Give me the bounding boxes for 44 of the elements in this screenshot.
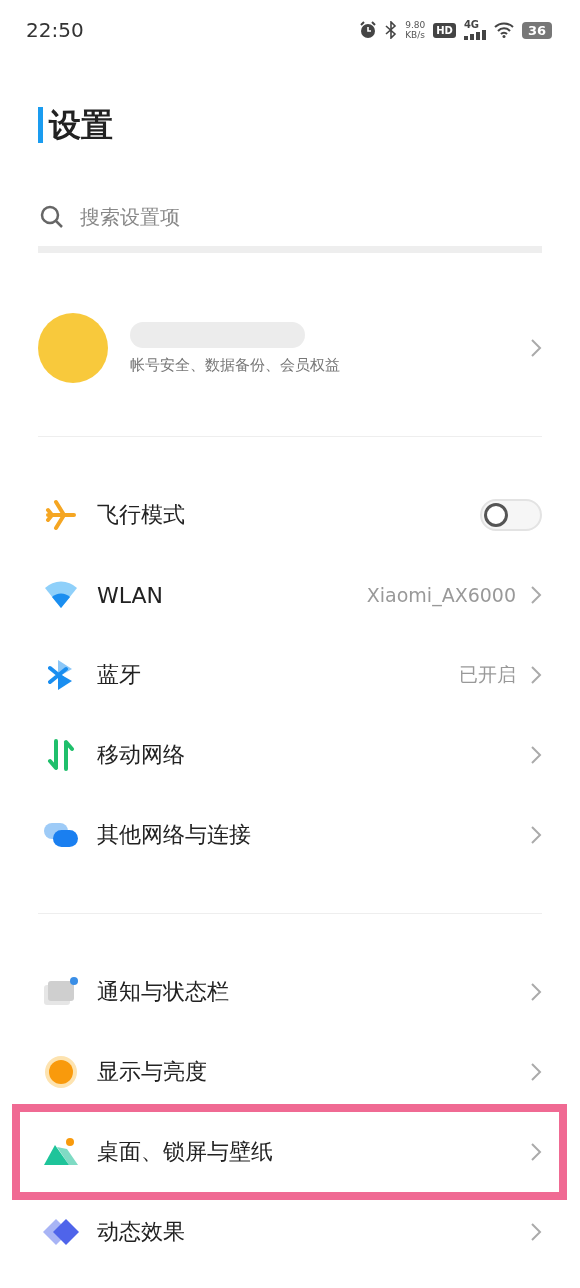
chevron-icon	[530, 338, 542, 358]
airplane-icon	[44, 498, 78, 532]
search-icon	[40, 205, 64, 229]
setting-label[interactable]: 显示与亮度	[97, 1057, 530, 1087]
setting-label[interactable]: 桌面、锁屏与壁纸	[97, 1137, 530, 1167]
bubbles-icon	[43, 821, 79, 849]
setting-label[interactable]: 通知与状态栏	[97, 977, 530, 1007]
chevron-icon	[530, 1142, 542, 1162]
account-subtitle: 帐号安全、数据备份、会员权益	[130, 355, 341, 375]
search-field[interactable]: 搜索设置项	[78, 204, 542, 230]
toggle-switch[interactable]	[480, 499, 542, 531]
sun-icon	[44, 1055, 78, 1089]
clock-time: 22:50	[26, 18, 85, 42]
data-arrows-icon	[47, 739, 75, 771]
mountain-icon	[43, 1137, 79, 1167]
setting-label[interactable]: 飞行模式	[97, 500, 480, 530]
diamonds-icon	[42, 1217, 80, 1247]
setting-label[interactable]: WLAN	[97, 582, 367, 608]
battery-level: 36	[521, 21, 552, 39]
hd-badge: HD	[433, 22, 456, 38]
chevron-icon	[530, 1062, 542, 1082]
chevron-icon	[530, 745, 542, 765]
speed-value: 9.80	[405, 20, 426, 30]
network-type: 4G	[463, 20, 481, 30]
setting-label[interactable]: 其他网络与连接	[97, 820, 530, 850]
chevron-icon	[530, 1222, 542, 1242]
chevron-icon	[530, 585, 542, 605]
row-value: 已开启	[459, 662, 516, 687]
chevron-icon	[530, 982, 542, 1002]
setting-label[interactable]: 蓝牙	[97, 660, 459, 690]
bluetooth-icon	[48, 659, 74, 691]
wifi-icon	[44, 580, 78, 610]
wifi-icon	[493, 22, 514, 38]
chevron-icon	[530, 665, 542, 685]
row-value: Xiaomi_AX6000	[366, 584, 516, 606]
setting-label[interactable]: 移动网络	[97, 740, 530, 770]
setting-label[interactable]: 动态效果	[97, 1217, 530, 1247]
chevron-icon	[530, 825, 542, 845]
page-title: 设置	[38, 107, 113, 143]
signal-icon	[463, 30, 486, 40]
speed-unit: KB/s	[405, 30, 426, 40]
bluetooth-icon	[385, 21, 398, 39]
notification-icon	[43, 976, 79, 1008]
alarm-icon	[359, 21, 378, 39]
